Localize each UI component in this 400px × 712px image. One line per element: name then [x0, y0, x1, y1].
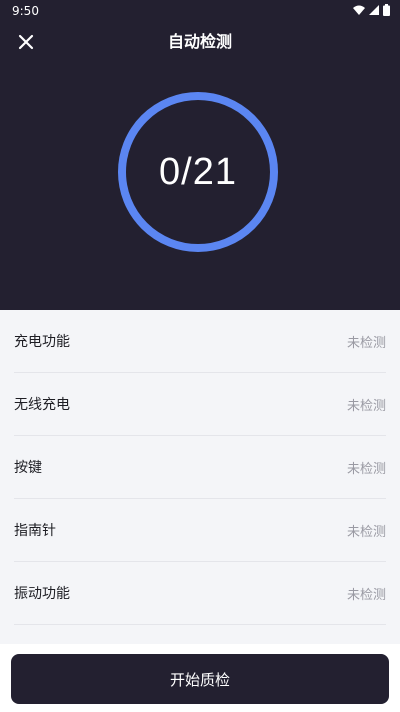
item-label: 按键	[14, 460, 42, 476]
item-label: 指南针	[14, 523, 56, 539]
bottom-bar: 开始质检	[0, 644, 400, 712]
page-title: 自动检测	[167, 32, 232, 51]
start-inspection-button[interactable]: 开始质检	[11, 654, 389, 704]
item-status: 未检测	[346, 524, 386, 540]
item-status: 未检测	[346, 335, 386, 351]
list-item[interactable]: 振动功能 未检测	[14, 562, 386, 625]
list-item[interactable]: 无线充电 未检测	[14, 373, 386, 436]
item-status: 未检测	[346, 587, 386, 603]
progress-count: 0/21	[159, 150, 237, 193]
list-item[interactable]: 充电功能 未检测	[14, 310, 386, 373]
header-panel: 9:50 自动检测 0/21	[0, 0, 400, 310]
status-time: 9:50	[12, 4, 39, 18]
check-list: 充电功能 未检测 无线充电 未检测 按键 未检测 指南针 未检测 振动功能 未检…	[0, 310, 400, 655]
item-label: 无线充电	[14, 397, 70, 413]
signal-icon	[369, 5, 379, 17]
item-status: 未检测	[346, 461, 386, 477]
status-icons	[353, 4, 390, 18]
status-bar: 9:50	[0, 0, 400, 22]
list-item[interactable]: 指南针 未检测	[14, 499, 386, 562]
wifi-icon	[353, 5, 365, 17]
list-item[interactable]: 按键 未检测	[14, 436, 386, 499]
item-status: 未检测	[346, 398, 386, 414]
battery-icon	[383, 4, 390, 18]
item-label: 振动功能	[14, 586, 70, 602]
item-label: 充电功能	[14, 334, 70, 350]
